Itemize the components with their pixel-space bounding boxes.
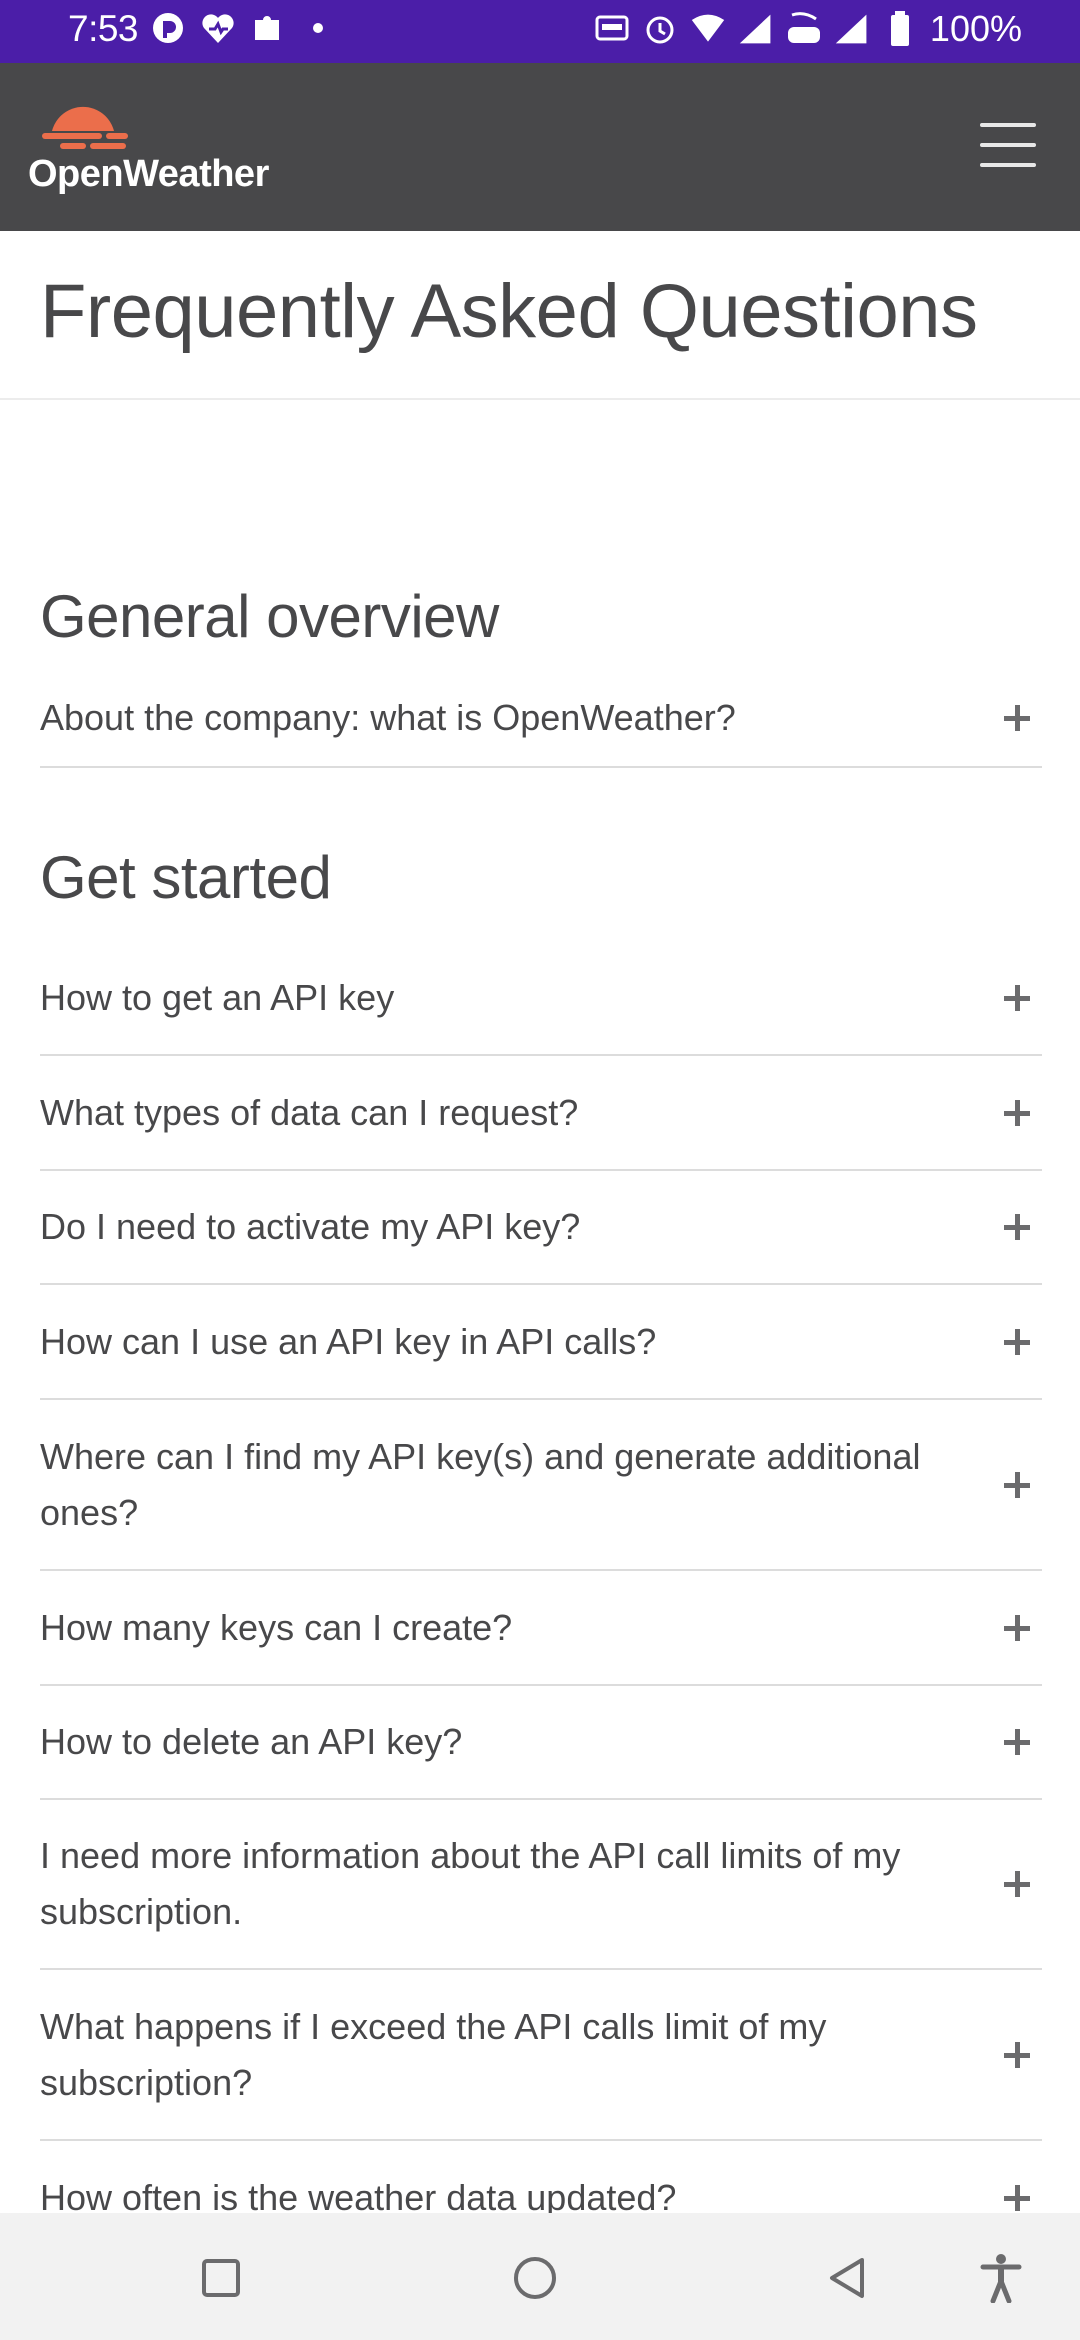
plus-icon[interactable] — [1000, 1325, 1034, 1359]
faq-question: About the company: what is OpenWeather? — [40, 696, 736, 738]
faq-question: How to get an API key — [40, 976, 395, 1018]
signal-1-icon — [738, 11, 774, 47]
plus-icon[interactable] — [1000, 1725, 1034, 1759]
accessibility-button[interactable] — [966, 2243, 1036, 2313]
faq-item[interactable]: What types of data can I request? — [40, 1056, 1042, 1171]
faq-item[interactable]: I need more information about the API ca… — [40, 1800, 1042, 1970]
faq-question: How can I use an API key in API calls? — [40, 1320, 657, 1362]
logo-text: OpenWeather — [28, 153, 269, 195]
faq-item[interactable]: How to get an API key — [40, 941, 1042, 1056]
auto-hz-icon — [594, 11, 630, 47]
section-heading-general-overview: General overview — [40, 583, 499, 650]
status-time: 7:53 — [68, 8, 139, 49]
faq-question: Do I need to activate my API key? — [40, 1206, 581, 1247]
recents-button[interactable] — [186, 2243, 256, 2313]
faq-item[interactable]: Where can I find my API key(s) and gener… — [40, 1400, 1042, 1571]
page-title: Frequently Asked Questions — [40, 269, 978, 354]
title-divider — [0, 398, 1080, 400]
faq-item[interactable]: What happens if I exceed the API calls l… — [40, 1970, 1042, 2141]
accessibility-icon — [980, 2254, 1022, 2303]
faq-question: What types of data can I request? — [40, 1091, 579, 1133]
menu-button[interactable] — [980, 123, 1036, 169]
plus-icon[interactable] — [1000, 2181, 1034, 2215]
plus-icon[interactable] — [1000, 701, 1034, 735]
puzzle-icon — [250, 10, 286, 46]
square-icon — [202, 2259, 240, 2297]
health-heart-icon — [200, 10, 236, 46]
signal-2-icon — [834, 11, 870, 47]
faq-question: What happens if I exceed the API calls l… — [40, 2005, 827, 2103]
plus-icon[interactable] — [1000, 1096, 1034, 1130]
faq-question: How many keys can I create? — [40, 1606, 513, 1648]
back-button[interactable] — [812, 2243, 882, 2313]
plus-icon[interactable] — [1000, 1210, 1034, 1244]
battery-icon — [882, 11, 918, 47]
plus-icon[interactable] — [1000, 1867, 1034, 1901]
faq-item[interactable]: Do I need to activate my API key? — [40, 1171, 1042, 1285]
faq-item[interactable]: How can I use an API key in API calls? — [40, 1285, 1042, 1400]
faq-question: I need more information about the API ca… — [40, 1835, 901, 1932]
home-button[interactable] — [500, 2243, 570, 2313]
circle-icon — [514, 2257, 556, 2299]
plus-icon[interactable] — [1000, 1611, 1034, 1645]
faq-question: Where can I find my API key(s) and gener… — [40, 1435, 921, 1533]
navigation-bar — [0, 2213, 1080, 2340]
logo-sun-icon — [42, 106, 128, 149]
alarm-icon — [642, 11, 678, 47]
status-bar: 7:53 100% — [0, 0, 1080, 63]
notification-icons — [150, 10, 336, 46]
openweather-logo[interactable]: OpenWeather — [28, 89, 278, 209]
site-header: OpenWeather — [0, 63, 1080, 231]
faq-item[interactable]: How many keys can I create? — [40, 1571, 1042, 1686]
section-heading-get-started: Get started — [40, 844, 332, 911]
dot-icon — [300, 10, 336, 46]
battery-percent: 100% — [929, 8, 1022, 49]
faq-item[interactable]: About the company: what is OpenWeather? — [40, 669, 1042, 768]
wifi-icon — [690, 11, 726, 47]
back-triangle-icon — [830, 2258, 864, 2298]
pocketcasts-icon — [150, 10, 186, 46]
plus-icon[interactable] — [1000, 1468, 1034, 1502]
volte-icon — [786, 11, 822, 47]
faq-item[interactable]: How to delete an API key? — [40, 1686, 1042, 1800]
system-icons: 100% — [594, 8, 1022, 50]
plus-icon[interactable] — [1000, 2038, 1034, 2072]
plus-icon[interactable] — [1000, 981, 1034, 1015]
faq-question: How to delete an API key? — [40, 1721, 463, 1762]
